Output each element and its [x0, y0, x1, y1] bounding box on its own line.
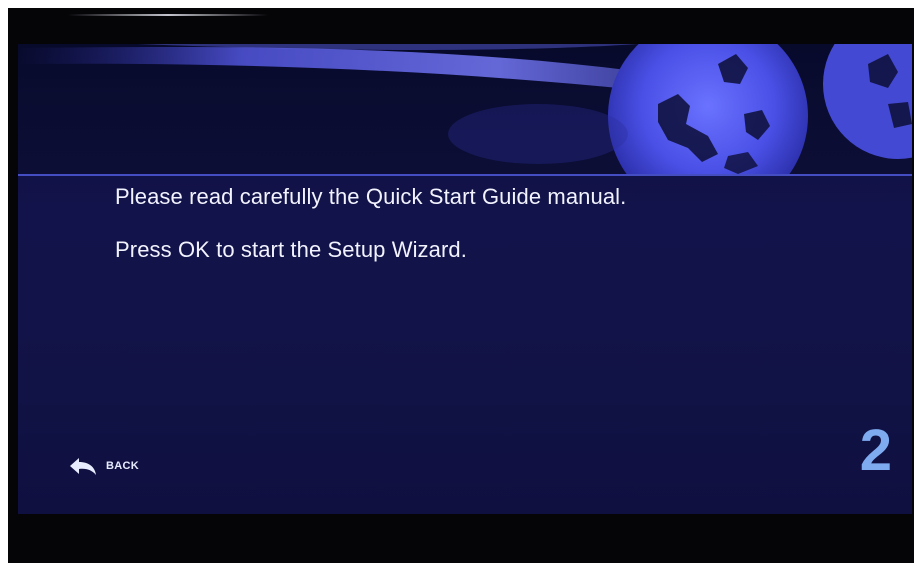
header-banner [18, 44, 912, 174]
header-divider [18, 174, 912, 176]
back-label: BACK [106, 460, 139, 472]
globe-banner-graphic [18, 44, 912, 174]
step-number: 2 [859, 418, 892, 483]
tv-frame: Please read carefully the Quick Start Gu… [8, 8, 914, 563]
quick-start-guide-message: Please read carefully the Quick Start Gu… [115, 184, 627, 209]
back-arrow-icon [70, 458, 96, 475]
setup-wizard-screen: Please read carefully the Quick Start Gu… [18, 44, 912, 514]
back-button[interactable]: BACK [68, 452, 139, 480]
press-ok-message: Press OK to start the Setup Wizard. [115, 237, 467, 262]
